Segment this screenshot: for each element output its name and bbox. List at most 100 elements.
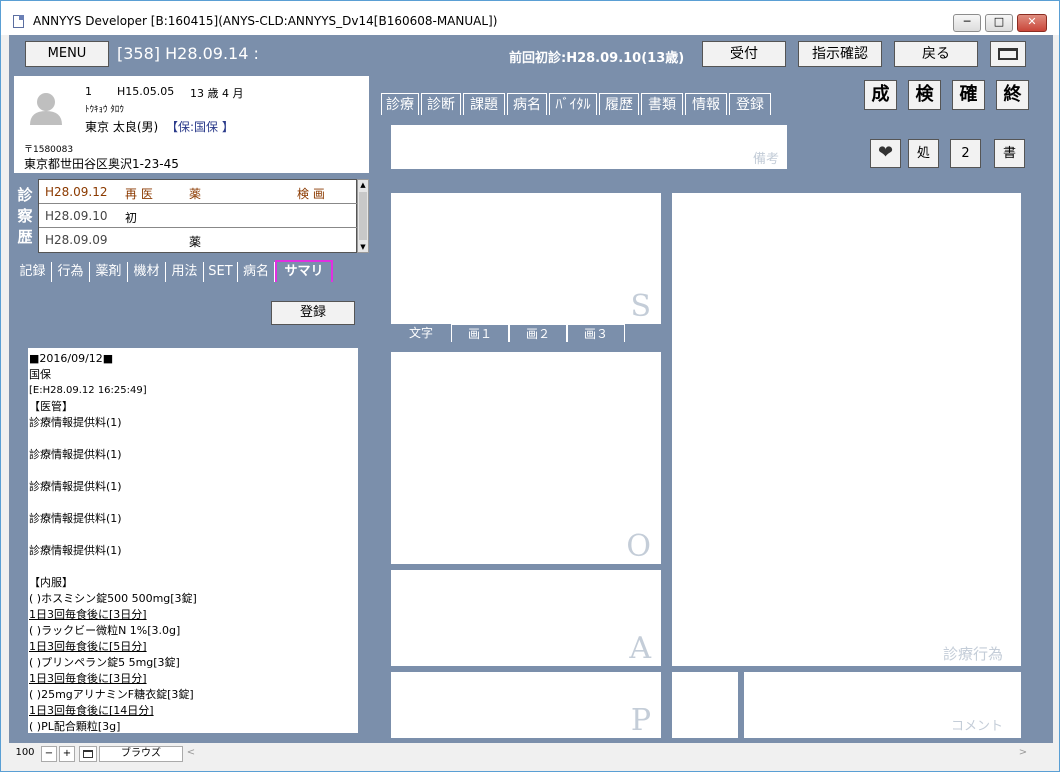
scroll-down-icon[interactable]: ▼ xyxy=(358,242,368,252)
patient-number: 1 xyxy=(85,85,92,98)
summary-line: 【医管】 xyxy=(29,400,73,413)
tab-issues[interactable]: 課題 xyxy=(463,93,505,115)
tab-text[interactable]: 文字 xyxy=(391,324,451,342)
summary-line: ■2016/09/12■ xyxy=(29,352,114,365)
scroll-right-icon[interactable]: > xyxy=(1017,746,1029,762)
summary-text[interactable]: ■2016/09/12■ 国保 [E:H28.09.12 16:25:49] 【… xyxy=(28,348,358,733)
tab-image-1[interactable]: 画１ xyxy=(451,324,509,342)
menu-button[interactable]: MENU xyxy=(25,41,109,67)
visit-info: [358] H28.09.14 : xyxy=(117,44,259,63)
tab-history[interactable]: 履歴 xyxy=(599,93,639,115)
soap-a-field[interactable]: A xyxy=(391,570,661,666)
summary-line: ( )25mgアリナミンF糖衣錠[3錠] xyxy=(29,688,194,701)
favorite-button[interactable]: ❤ xyxy=(870,139,901,168)
scroll-thumb[interactable] xyxy=(359,192,367,240)
tab-materials[interactable]: 機材 xyxy=(128,262,166,282)
patient-postal-code: 〒1580083 xyxy=(24,145,74,155)
tab-diseases[interactable]: 病名 xyxy=(238,262,275,282)
soap-o-label: O xyxy=(626,529,651,564)
summary-line: 1日3回毎食後に[14日分] xyxy=(29,704,154,717)
title-bar[interactable]: ANNYYS Developer [B:160415](ANYS-CLD:ANN… xyxy=(1,1,1059,35)
history-row[interactable]: H28.09.10 初 xyxy=(39,204,357,228)
tab-summary[interactable]: サマリ xyxy=(275,260,333,284)
patient-name: 東京 太良(男) xyxy=(85,120,159,134)
tab-set[interactable]: SET xyxy=(204,262,238,282)
tab-diagnosis[interactable]: 診断 xyxy=(421,93,461,115)
main-area: MENU [358] H28.09.14 : 前回初診:H28.09.10(13… xyxy=(9,35,1053,743)
status-bar: 100 − + ブラウズ < > xyxy=(1,743,1059,771)
tab-register[interactable]: 登録 xyxy=(729,93,771,115)
finish-button[interactable]: 終 xyxy=(996,80,1029,110)
close-button[interactable]: ✕ xyxy=(1017,14,1047,32)
tab-information[interactable]: 情報 xyxy=(685,93,727,115)
soap-o-field[interactable]: O xyxy=(391,352,661,564)
visit-history-table: H28.09.12 再 医 薬 検 画 H28.09.10 初 H28.09.0… xyxy=(38,179,357,253)
soap-p-label: P xyxy=(630,703,651,738)
view-mode[interactable]: ブラウズ xyxy=(99,746,183,762)
tab-drugs[interactable]: 薬剤 xyxy=(90,262,128,282)
tab-vitals[interactable]: ﾊﾞｲﾀﾙ xyxy=(549,93,597,115)
patient-insurance: 【保:国保 】 xyxy=(166,120,234,134)
inspect-button[interactable]: 検 xyxy=(908,80,941,110)
soap-s-label: S xyxy=(630,289,651,324)
scroll-up-icon[interactable]: ▲ xyxy=(358,180,368,190)
soap-s-field[interactable]: S xyxy=(391,193,661,324)
summary-line: 診療情報提供料(1) xyxy=(29,512,122,525)
reception-button[interactable]: 受付 xyxy=(702,41,786,67)
comment-field[interactable]: コメント xyxy=(744,672,1021,738)
complete-button[interactable]: 成 xyxy=(864,80,897,110)
screen-toggle-button[interactable] xyxy=(990,41,1026,67)
window-icon xyxy=(998,48,1018,60)
maximize-button[interactable]: □ xyxy=(985,14,1013,32)
summary-line: 1日3回毎食後に[3日分] xyxy=(29,672,147,685)
patient-kana: ﾄｳｷｮｳ ﾀﾛｳ xyxy=(85,105,124,115)
summary-line xyxy=(29,431,358,447)
window-title: ANNYYS Developer [B:160415](ANYS-CLD:ANN… xyxy=(33,14,498,28)
tab-documents[interactable]: 書類 xyxy=(641,93,683,115)
summary-line xyxy=(29,527,358,543)
summary-register-button[interactable]: 登録 xyxy=(271,301,355,325)
header-bar: MENU [358] H28.09.14 : 前回初診:H28.09.10(13… xyxy=(9,35,1053,77)
prescription-button[interactable]: 処 xyxy=(908,139,939,168)
tab-actions[interactable]: 行為 xyxy=(52,262,90,282)
patient-avatar-icon xyxy=(30,93,62,125)
zoom-level: 100 xyxy=(15,747,35,758)
tab-image-3[interactable]: 画３ xyxy=(567,324,625,342)
tab-disease-names[interactable]: 病名 xyxy=(507,93,547,115)
tab-records[interactable]: 記録 xyxy=(14,262,52,282)
summary-line: ( )ホスミシン錠500 500mg[3錠] xyxy=(29,592,197,605)
summary-line: 1日3回毎食後に[5日分] xyxy=(29,640,147,653)
zoom-in-button[interactable]: + xyxy=(59,746,75,762)
zoom-out-button[interactable]: − xyxy=(41,746,57,762)
tab-usage[interactable]: 用法 xyxy=(166,262,204,282)
medical-acts-field[interactable]: 診療行為 xyxy=(672,193,1021,666)
tab-image-2[interactable]: 画２ xyxy=(509,324,567,342)
left-tab-bar: 記録 行為 薬剤 機材 用法 SET 病名 サマリ xyxy=(14,260,369,284)
summary-line: 診療情報提供料(1) xyxy=(29,448,122,461)
document-button[interactable]: 書 xyxy=(994,139,1025,168)
history-scrollbar[interactable]: ▲ ▼ xyxy=(357,179,369,253)
summary-line: 診療情報提供料(1) xyxy=(29,480,122,493)
layout-toggle-button[interactable] xyxy=(79,746,97,762)
history-row[interactable]: H28.09.12 再 医 薬 検 画 xyxy=(39,180,357,204)
summary-line: 診療情報提供料(1) xyxy=(29,416,122,429)
history-row[interactable]: H28.09.09 薬 xyxy=(39,228,357,252)
notes-field[interactable]: 備考 xyxy=(391,125,787,169)
instruction-confirm-button[interactable]: 指示確認 xyxy=(798,41,882,67)
page-two-button[interactable]: 2 xyxy=(950,139,981,168)
summary-line xyxy=(29,495,358,511)
back-button[interactable]: 戻る xyxy=(894,41,978,67)
summary-panel: 登録 ■2016/09/12■ 国保 [E:H28.09.12 16:25:49… xyxy=(14,282,369,737)
visit-history-label: 診 察 歴 xyxy=(17,186,33,246)
patient-birthdate: H15.05.05 xyxy=(117,85,175,98)
summary-line: [E:H28.09.12 16:25:49] xyxy=(29,385,147,396)
comment-label: コメント xyxy=(950,719,1003,734)
scroll-left-icon[interactable]: < xyxy=(185,746,197,762)
previous-visit-info: 前回初診:H28.09.10(13歳) xyxy=(509,51,685,66)
extra-field[interactable] xyxy=(672,672,738,738)
confirm-button[interactable]: 確 xyxy=(952,80,985,110)
visit-history-panel: 診 察 歴 H28.09.12 再 医 薬 検 画 H28.09.10 初 H2… xyxy=(14,177,369,255)
soap-p-field[interactable]: P xyxy=(391,672,661,738)
minimize-button[interactable]: ─ xyxy=(953,14,981,32)
tab-consultation[interactable]: 診療 xyxy=(381,93,419,115)
